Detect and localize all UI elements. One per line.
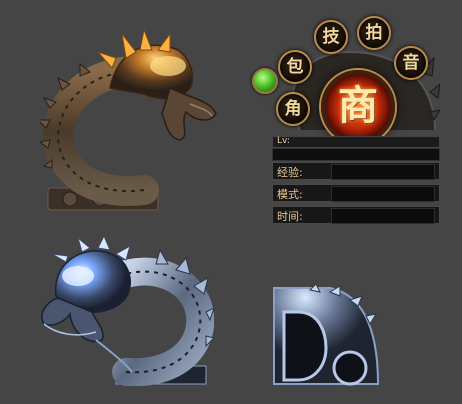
gold-dragon-ring-icon (40, 28, 217, 211)
sound-button[interactable]: 音 (394, 46, 428, 80)
time-label: 时间: (277, 210, 303, 223)
hud-panel: 技 拍 包 音 角 商 Lv: 经验: 模式: 时间: (250, 12, 440, 226)
experience-row: 经验: (272, 162, 440, 180)
corner-dragon-frame-icon (273, 284, 380, 386)
auction-button[interactable]: 拍 (357, 16, 391, 50)
experience-label: 经验: (277, 166, 303, 179)
character-button[interactable]: 角 (276, 92, 310, 126)
time-value (331, 208, 435, 224)
time-row: 时间: (272, 206, 440, 224)
shop-button[interactable]: 商 (321, 70, 395, 144)
mode-value (331, 186, 435, 202)
skill-button[interactable]: 技 (314, 20, 348, 54)
silver-blue-dragon-ring-icon (41, 236, 214, 386)
mode-row: 模式: (272, 184, 440, 202)
green-gem-icon (252, 68, 278, 94)
level-bar (272, 148, 440, 161)
experience-value (331, 164, 435, 180)
mode-label: 模式: (277, 188, 303, 201)
level-label: Lv: (277, 136, 290, 146)
level-row: Lv: (272, 136, 440, 148)
bag-button[interactable]: 包 (278, 50, 312, 84)
